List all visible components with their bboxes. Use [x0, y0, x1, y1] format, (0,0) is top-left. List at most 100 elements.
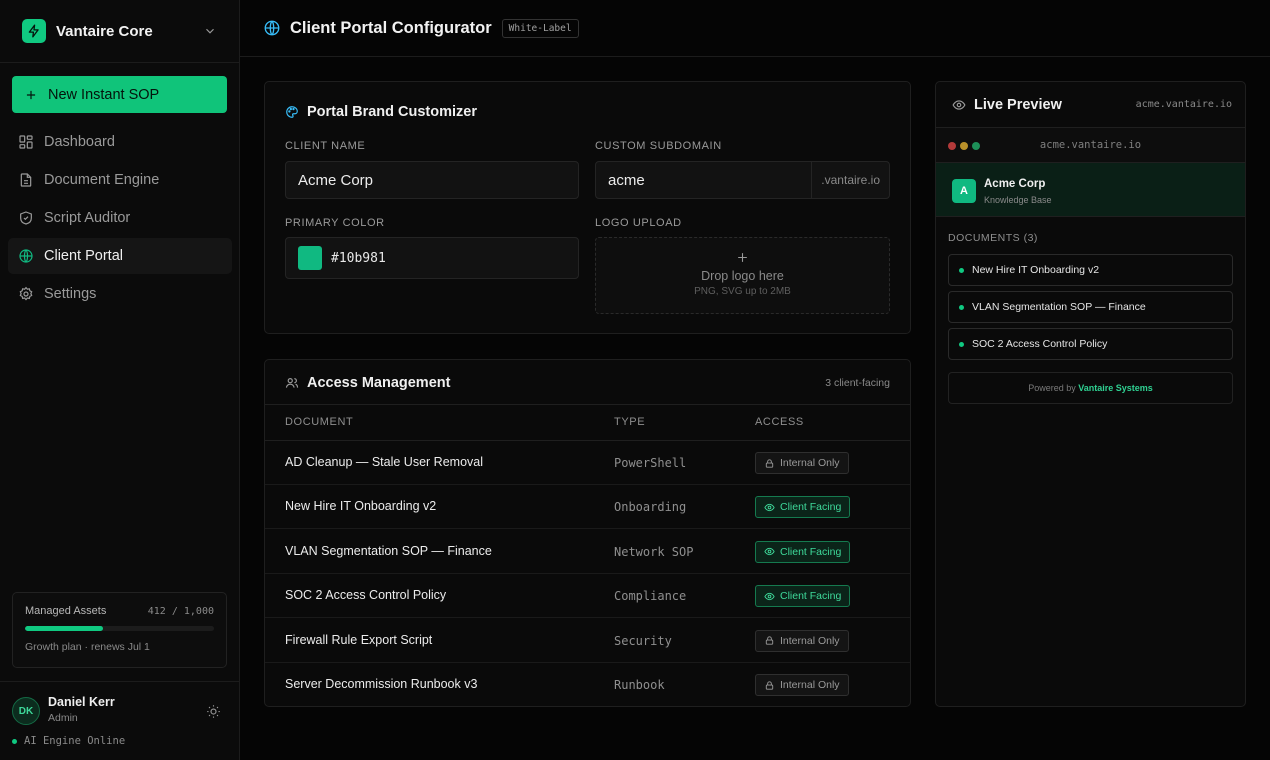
column-header-type: TYPE: [614, 416, 646, 428]
brand-card-title-text: Portal Brand Customizer: [307, 104, 477, 120]
column-header-document: DOCUMENT: [285, 416, 354, 428]
sidebar-item-label: Settings: [44, 286, 97, 302]
primary-color-field[interactable]: #10b981: [285, 237, 579, 279]
client-facing-count: 3 client-facing: [825, 377, 890, 389]
eye-icon: [764, 548, 775, 556]
document-name[interactable]: SOC 2 Access Control Policy: [285, 588, 446, 602]
preview-doc-item[interactable]: VLAN Segmentation SOP — Finance: [948, 291, 1233, 323]
logo-dropzone[interactable]: Drop logo here PNG, SVG up to 2MB: [595, 237, 890, 314]
preview-logo: A: [952, 179, 976, 203]
access-toggle-badge[interactable]: Internal Only: [755, 674, 849, 696]
document-name[interactable]: VLAN Segmentation SOP — Finance: [285, 544, 492, 558]
powered-by-footer: Powered by Vantaire Systems: [948, 372, 1233, 404]
page-title: Client Portal Configurator: [290, 18, 492, 37]
sidebar-item-client-portal[interactable]: Client Portal: [8, 238, 232, 274]
eye-icon: [764, 503, 775, 512]
workspace-switcher[interactable]: Vantaire Core: [0, 0, 239, 63]
document-type: Compliance: [614, 589, 687, 604]
status-dot: [959, 267, 964, 273]
user-panel: DK Daniel Kerr Admin AI Engine Online: [0, 681, 239, 760]
status-dot: [959, 341, 964, 347]
engine-status: AI Engine Online: [12, 735, 125, 747]
managed-assets-card: Managed Assets 412 / 1,000 Growth plan ·…: [12, 592, 227, 668]
managed-assets-count: 412 / 1,000: [147, 605, 214, 617]
plus-icon: [26, 90, 36, 99]
preview-browser-bar: acme.vantaire.io: [936, 127, 1245, 163]
table-row: Server Decommission Runbook v3 Runbook Int…: [265, 663, 910, 707]
document-type: Network SOP: [614, 544, 694, 559]
sidebar: Vantaire Core New Instant SOP Dashboard …: [0, 0, 240, 760]
bolt-icon: [22, 19, 46, 43]
subdomain-field[interactable]: .vantaire.io: [595, 161, 890, 199]
preview-subtitle: Knowledge Base: [984, 195, 1052, 205]
table-row: New Hire IT Onboarding v2 Onboarding Clien…: [265, 485, 910, 530]
preview-doc-item[interactable]: New Hire IT Onboarding v2: [948, 254, 1233, 286]
color-swatch[interactable]: [298, 246, 322, 270]
white-label-tag: White-Label: [501, 18, 579, 38]
sidebar-item-label: Client Portal: [44, 248, 123, 264]
preview-url: acme.vantaire.io: [1039, 139, 1142, 151]
sidebar-nav: Dashboard Document Engine Script Auditor…: [8, 124, 232, 314]
document-name[interactable]: AD Cleanup — Stale User Removal: [285, 455, 483, 469]
preview-card-title: Live Preview: [952, 97, 1062, 113]
managed-assets-label: Managed Assets: [25, 605, 107, 617]
sun-icon[interactable]: [206, 704, 221, 719]
status-dot: [12, 738, 17, 744]
access-toggle-badge[interactable]: Client Facing: [755, 585, 851, 608]
access-toggle-badge[interactable]: Client Facing: [755, 496, 851, 519]
document-type: Runbook: [614, 678, 665, 692]
assets-progress-bar: [25, 626, 214, 631]
column-header-access: ACCESS: [755, 416, 804, 428]
preview-doc-item[interactable]: SOC 2 Access Control Policy: [948, 328, 1233, 360]
access-toggle-badge[interactable]: Internal Only: [755, 452, 849, 474]
sidebar-item-dashboard[interactable]: Dashboard: [8, 124, 232, 160]
lock-icon: [765, 636, 774, 645]
preview-brand-header: A Acme Corp Knowledge Base: [936, 163, 1245, 217]
sidebar-item-settings[interactable]: Settings: [8, 276, 232, 312]
dropzone-title: Drop logo here: [701, 269, 784, 283]
access-toggle-badge[interactable]: Internal Only: [755, 629, 849, 652]
assets-progress-fill: [25, 626, 103, 631]
subdomain-label: CUSTOM SUBDOMAIN: [595, 140, 722, 152]
access-label: Client Facing: [780, 545, 842, 558]
engine-status-label: AI Engine Online: [24, 735, 126, 747]
live-preview: Live Preview acme.vantaire.io acme.vanta…: [935, 81, 1246, 707]
access-card-title: Access Management: [285, 375, 450, 391]
document-type: PowerShell: [614, 456, 687, 470]
new-instant-sop-button[interactable]: New Instant SOP: [12, 76, 227, 113]
eye-icon: [952, 100, 966, 110]
plan-info: Growth plan · renews Jul 1: [25, 641, 150, 653]
primary-color-label: PRIMARY COLOR: [285, 217, 385, 229]
document-name[interactable]: Server Decommission Runbook v3: [285, 677, 477, 691]
dropzone-hint: PNG, SVG up to 2MB: [694, 286, 791, 297]
sidebar-item-document-engine[interactable]: Document Engine: [8, 162, 232, 198]
lock-icon: [765, 680, 774, 690]
page-header: Client Portal Configurator White-Label: [240, 0, 1270, 57]
preview-doc-label: SOC 2 Access Control Policy: [972, 338, 1108, 350]
document-name[interactable]: New Hire IT Onboarding v2: [285, 499, 436, 513]
globe-icon: [264, 20, 280, 36]
new-instant-sop-label: New Instant SOP: [48, 86, 160, 103]
grid-icon: [19, 135, 33, 149]
sidebar-item-label: Document Engine: [44, 172, 160, 188]
client-name-input[interactable]: [286, 171, 578, 189]
access-toggle-badge[interactable]: Client Facing: [755, 540, 851, 563]
client-name-field[interactable]: [285, 161, 579, 199]
table-row: SOC 2 Access Control Policy Compliance Cli…: [265, 574, 910, 619]
preview-docs-title: DOCUMENTS (3): [948, 232, 1038, 244]
plus-icon: [738, 253, 747, 262]
primary-color-hex[interactable]: #10b981: [331, 251, 386, 266]
avatar[interactable]: DK: [12, 697, 40, 725]
document-name[interactable]: Firewall Rule Export Script: [285, 633, 432, 647]
subdomain-suffix: .vantaire.io: [811, 162, 889, 198]
preview-client-name: Acme Corp: [984, 178, 1046, 190]
preview-doc-label: VLAN Segmentation SOP — Finance: [972, 301, 1146, 313]
status-dot: [959, 304, 964, 310]
access-label: Internal Only: [780, 679, 840, 691]
table-row: Firewall Rule Export Script Security Inter…: [265, 619, 910, 663]
user-name: Daniel Kerr: [48, 695, 115, 709]
sidebar-item-script-auditor[interactable]: Script Auditor: [8, 200, 232, 236]
subdomain-input[interactable]: [596, 171, 812, 189]
preview-doc-label: New Hire IT Onboarding v2: [972, 264, 1100, 276]
powered-by-brand[interactable]: Vantaire Systems: [1078, 383, 1153, 393]
